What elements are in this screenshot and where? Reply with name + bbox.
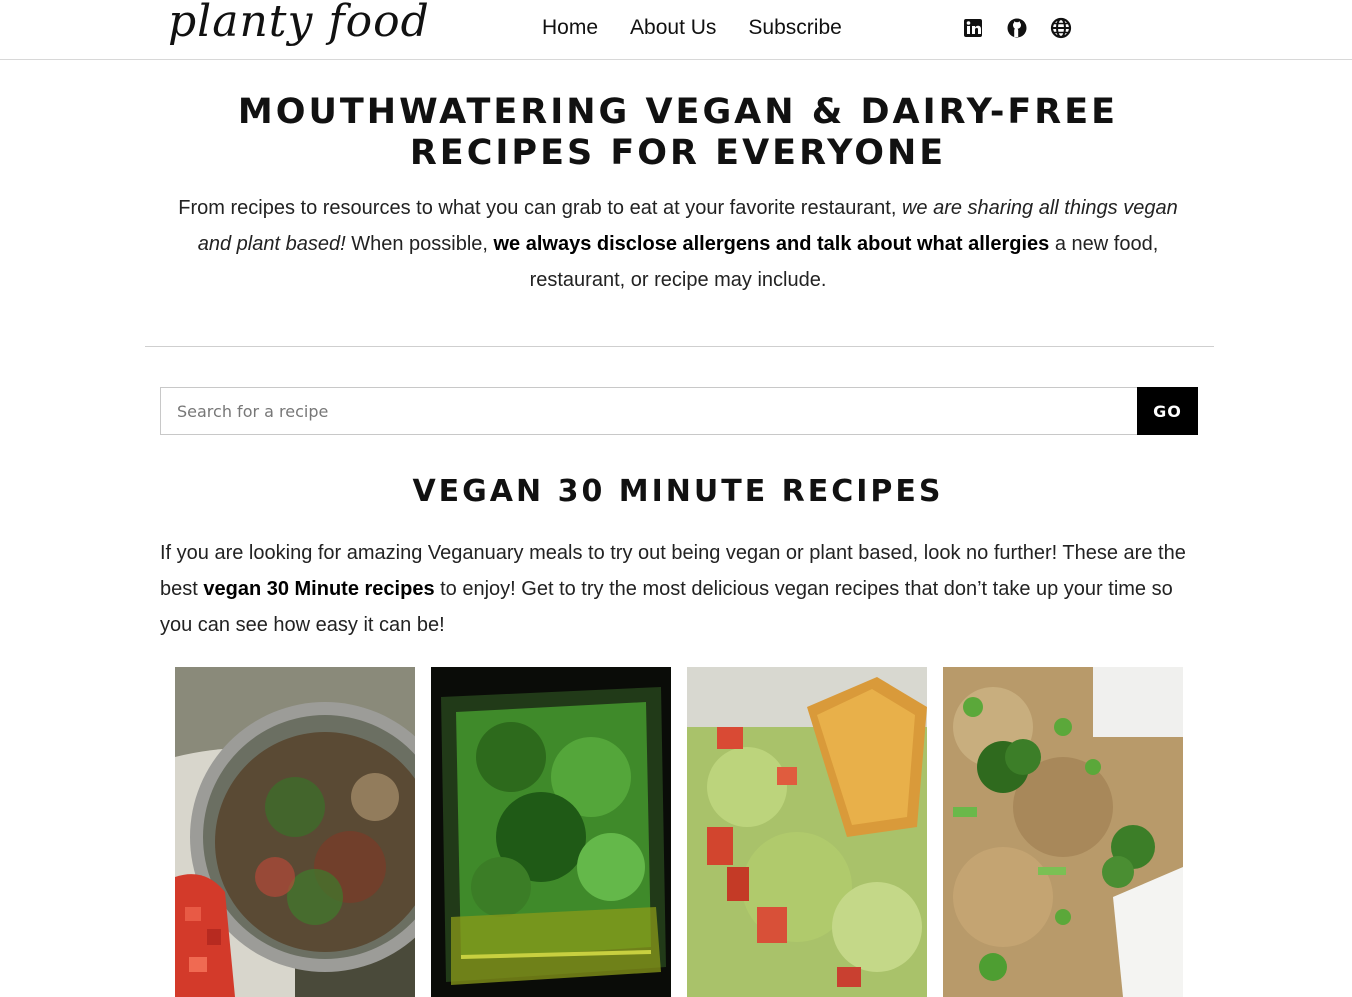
site-logo[interactable]: planty food [168,0,430,47]
herb-sauce-photo [431,667,671,997]
social-links [962,17,1094,39]
section-divider [145,346,1214,347]
nav-home-link[interactable]: Home [542,16,598,40]
hero-text-part1: From recipes to resources to what you ca… [178,197,902,219]
github-icon[interactable] [1006,17,1028,39]
section-text-bold: vegan 30 Minute recipes [203,578,435,600]
hero-text-bold: we always disclose allergens and talk ab… [493,233,1050,255]
recipe-search-input[interactable] [160,387,1137,435]
globe-icon[interactable] [1050,17,1072,39]
fried-rice-broccoli-photo [943,667,1183,997]
recipe-card[interactable] [175,667,415,997]
hero-description: From recipes to resources to what you ca… [162,190,1194,298]
section-title: VEGAN 30 MINUTE RECIPES [412,474,944,509]
nav-about-link[interactable]: About Us [630,16,716,40]
nav-subscribe-link[interactable]: Subscribe [748,16,841,40]
recipe-card[interactable] [431,667,671,997]
recipe-card[interactable] [687,667,927,997]
main-nav: Home About Us Subscribe [542,16,874,40]
hero-text-part2: When possible, [345,233,494,255]
quinoa-tomato-salad-photo [175,667,415,997]
recipe-card[interactable] [943,667,1183,997]
top-navbar: planty food Home About Us Subscribe [0,0,1352,60]
guacamole-chip-photo [687,667,927,997]
section-description: If you are looking for amazing Veganuary… [160,535,1200,643]
linkedin-icon[interactable] [962,17,984,39]
search-go-button[interactable]: GO [1137,387,1198,435]
recipe-search-form: GO [160,387,1198,435]
hero-title: Mouthwatering Vegan & Dairy-free Recipes… [237,92,1119,173]
recipe-card-grid [175,667,1199,997]
